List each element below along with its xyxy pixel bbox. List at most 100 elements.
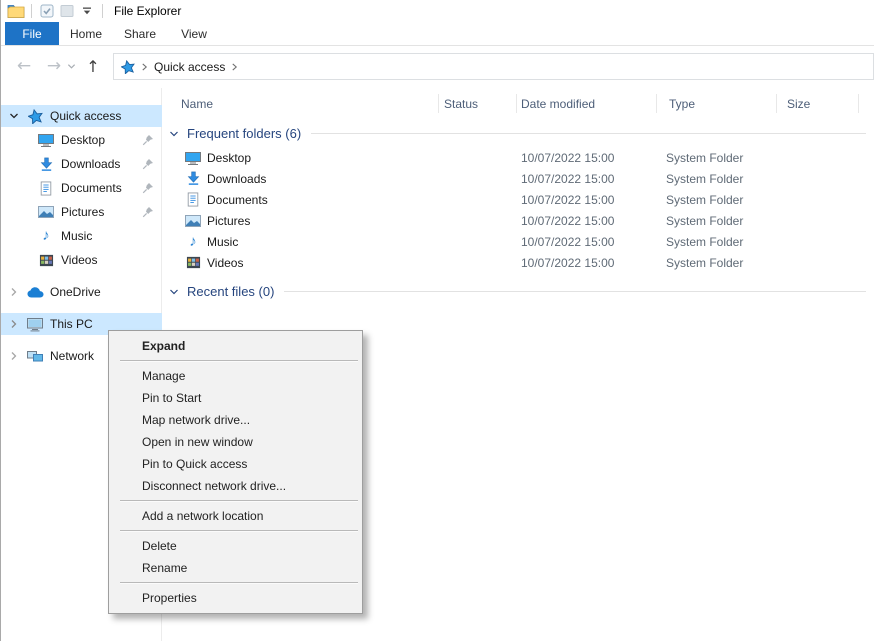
up-button[interactable]: ↑ (81, 53, 105, 79)
qat-new-folder-button[interactable] (57, 2, 77, 20)
menu-item-pin-to-quick-access[interactable]: Pin to Quick access (109, 453, 362, 475)
chevron-down-icon[interactable] (169, 129, 179, 139)
sidebar-item-label: This PC (50, 317, 93, 331)
sidebar-item-desktop[interactable]: Desktop (1, 129, 162, 151)
qat-customize-dropdown-icon[interactable] (77, 2, 97, 20)
music-icon: ♪ (185, 235, 201, 249)
section-recent-files[interactable]: Recent files (0) (163, 283, 866, 300)
sidebar-item-label: Quick access (50, 109, 121, 123)
column-divider[interactable] (438, 94, 439, 113)
sidebar-item-quick-access[interactable]: Quick access (1, 105, 162, 127)
breadcrumb-quick-access[interactable]: Quick access (154, 60, 225, 74)
downloads-icon (37, 157, 55, 172)
documents-icon (185, 192, 201, 207)
forward-button[interactable]: → (41, 53, 67, 79)
videos-icon (37, 253, 55, 268)
quick-access-star-icon (121, 60, 135, 74)
sidebar-item-label: Videos (61, 253, 97, 267)
menu-item-manage[interactable]: Manage (109, 365, 362, 387)
menu-item-pin-to-start[interactable]: Pin to Start (109, 387, 362, 409)
qat-properties-button[interactable] (37, 2, 57, 20)
pin-icon[interactable] (142, 206, 154, 221)
column-header-status[interactable]: Status (444, 95, 478, 113)
menu-item-properties[interactable]: Properties (109, 587, 362, 609)
file-row-music[interactable]: ♪ Music 10/07/2022 15:00 System Folder (163, 231, 874, 252)
chevron-down-icon[interactable] (169, 287, 179, 297)
chevron-right-icon[interactable] (9, 287, 19, 297)
sidebar-item-pictures[interactable]: Pictures (1, 201, 162, 223)
file-name: Videos (207, 256, 243, 270)
section-title: Frequent folders (6) (187, 126, 301, 141)
column-divider[interactable] (776, 94, 777, 113)
tab-share[interactable]: Share (113, 22, 167, 45)
network-icon (26, 348, 44, 364)
recent-locations-dropdown-icon[interactable] (65, 60, 77, 72)
pin-icon[interactable] (142, 134, 154, 149)
documents-icon (37, 181, 55, 196)
section-rule (311, 133, 866, 134)
sidebar-item-documents[interactable]: Documents (1, 177, 162, 199)
sidebar-item-videos[interactable]: Videos (1, 249, 162, 271)
sidebar-item-label: Downloads (61, 157, 120, 171)
tab-file[interactable]: File (5, 22, 59, 45)
tab-view[interactable]: View (167, 22, 221, 45)
breadcrumb-chevron-icon[interactable] (141, 62, 148, 72)
file-row-videos[interactable]: Videos 10/07/2022 15:00 System Folder (163, 252, 874, 273)
file-row-pictures[interactable]: Pictures 10/07/2022 15:00 System Folder (163, 210, 874, 231)
sidebar-item-label: Pictures (61, 205, 104, 219)
menu-separator (120, 360, 358, 362)
tab-home[interactable]: Home (59, 22, 113, 45)
column-header-size[interactable]: Size (787, 95, 810, 113)
file-date-modified: 10/07/2022 15:00 (521, 256, 614, 270)
navigation-bar: ← → ↑ Quick access (1, 46, 874, 88)
menu-item-expand[interactable]: Expand (109, 335, 362, 357)
chevron-right-icon[interactable] (9, 351, 19, 361)
file-row-documents[interactable]: Documents 10/07/2022 15:00 System Folder (163, 189, 874, 210)
column-divider[interactable] (858, 94, 859, 113)
file-row-downloads[interactable]: Downloads 10/07/2022 15:00 System Folder (163, 168, 874, 189)
file-explorer-window: File Explorer File Home Share View ← → ↑… (0, 0, 874, 641)
onedrive-cloud-icon (26, 286, 44, 299)
chevron-right-icon[interactable] (9, 319, 19, 329)
file-name: Music (207, 235, 238, 249)
address-bar[interactable]: Quick access (113, 53, 874, 80)
sidebar-item-music[interactable]: ♪ Music (1, 225, 162, 247)
file-type: System Folder (666, 256, 743, 270)
file-date-modified: 10/07/2022 15:00 (521, 172, 614, 186)
context-menu-this-pc: Expand Manage Pin to Start Map network d… (108, 330, 363, 614)
back-button[interactable]: ← (11, 53, 37, 79)
menu-item-map-network-drive[interactable]: Map network drive... (109, 409, 362, 431)
desktop-icon (185, 150, 201, 166)
qat-separator (102, 4, 103, 18)
file-type: System Folder (666, 193, 743, 207)
file-name: Pictures (207, 214, 250, 228)
column-header-name[interactable]: Name (181, 95, 213, 113)
file-type: System Folder (666, 235, 743, 249)
music-icon: ♪ (37, 229, 55, 243)
menu-item-rename[interactable]: Rename (109, 557, 362, 579)
downloads-icon (185, 171, 201, 186)
column-divider[interactable] (516, 94, 517, 113)
menu-item-disconnect-network-drive[interactable]: Disconnect network drive... (109, 475, 362, 497)
menu-item-delete[interactable]: Delete (109, 535, 362, 557)
pictures-icon (185, 213, 201, 229)
file-date-modified: 10/07/2022 15:00 (521, 151, 614, 165)
sidebar-item-downloads[interactable]: Downloads (1, 153, 162, 175)
menu-item-add-network-location[interactable]: Add a network location (109, 505, 362, 527)
menu-item-open-in-new-window[interactable]: Open in new window (109, 431, 362, 453)
chevron-down-icon[interactable] (9, 111, 19, 121)
column-header-type[interactable]: Type (669, 95, 695, 113)
pin-icon[interactable] (142, 158, 154, 173)
sidebar-item-onedrive[interactable]: OneDrive (1, 281, 162, 303)
section-frequent-folders[interactable]: Frequent folders (6) (163, 125, 866, 142)
this-pc-icon (26, 316, 44, 332)
sidebar-item-label: OneDrive (50, 285, 101, 299)
file-date-modified: 10/07/2022 15:00 (521, 214, 614, 228)
column-header-date-modified[interactable]: Date modified (521, 95, 595, 113)
breadcrumb-chevron-icon[interactable] (231, 62, 238, 72)
file-date-modified: 10/07/2022 15:00 (521, 193, 614, 207)
pin-icon[interactable] (142, 182, 154, 197)
file-row-desktop[interactable]: Desktop 10/07/2022 15:00 System Folder (163, 147, 874, 168)
column-divider[interactable] (656, 94, 657, 113)
quick-access-star-icon (26, 109, 44, 124)
